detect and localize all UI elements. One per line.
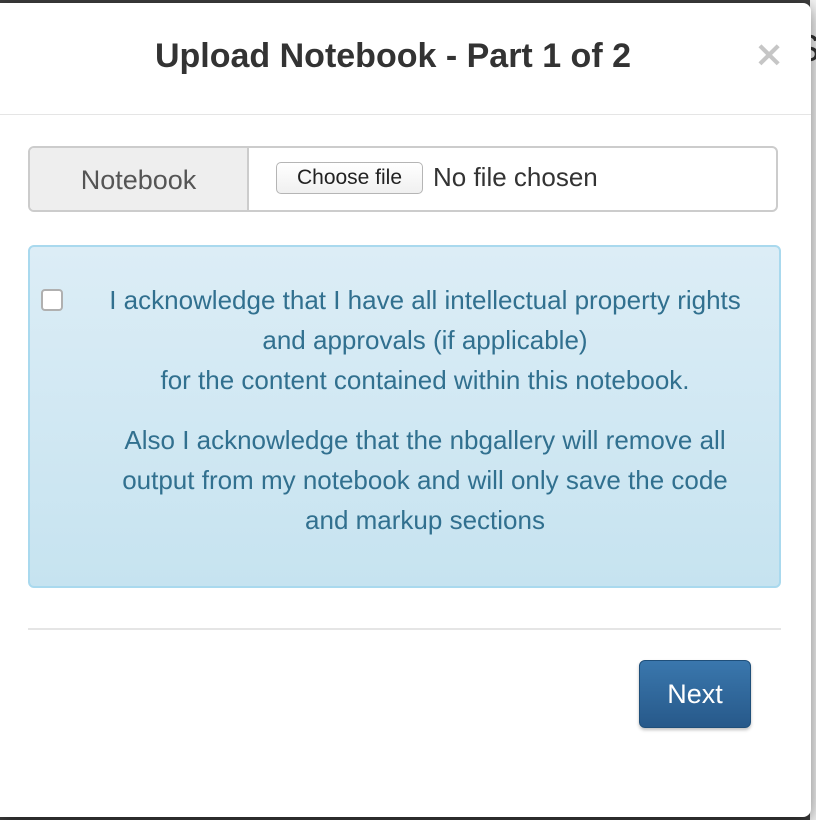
- choose-file-button[interactable]: Choose file: [276, 162, 423, 194]
- acknowledgement-alert: I acknowledge that I have all intellectu…: [28, 245, 781, 588]
- ack-line-2: and approvals (if applicable): [262, 325, 588, 355]
- notebook-input-label: Notebook: [30, 148, 249, 210]
- footer-divider: [28, 628, 781, 630]
- upload-notebook-modal: Upload Notebook - Part 1 of 2 × Notebook…: [0, 3, 811, 817]
- file-status-text: No file chosen: [433, 162, 598, 192]
- notebook-file-input-group: Notebook Choose file No file chosen: [28, 146, 778, 212]
- ack-para2-line-3: and markup sections: [305, 505, 545, 535]
- modal-header: Upload Notebook - Part 1 of 2 ×: [0, 3, 811, 115]
- acknowledgement-text: I acknowledge that I have all intellectu…: [70, 280, 780, 400]
- close-button[interactable]: ×: [754, 35, 784, 75]
- ack-line-3: for the content contained within this no…: [160, 365, 690, 395]
- ack-para2-line-2: output from my notebook and will only sa…: [122, 465, 728, 495]
- next-button[interactable]: Next: [639, 660, 751, 728]
- modal-title: Upload Notebook - Part 1 of 2: [154, 37, 632, 75]
- acknowledge-checkbox[interactable]: [41, 289, 63, 311]
- ack-para2-line-1: Also I acknowledge that the nbgallery wi…: [124, 425, 726, 455]
- output-removal-text: Also I acknowledge that the nbgallery wi…: [70, 420, 780, 540]
- ack-line-1: I acknowledge that I have all intellectu…: [109, 285, 741, 315]
